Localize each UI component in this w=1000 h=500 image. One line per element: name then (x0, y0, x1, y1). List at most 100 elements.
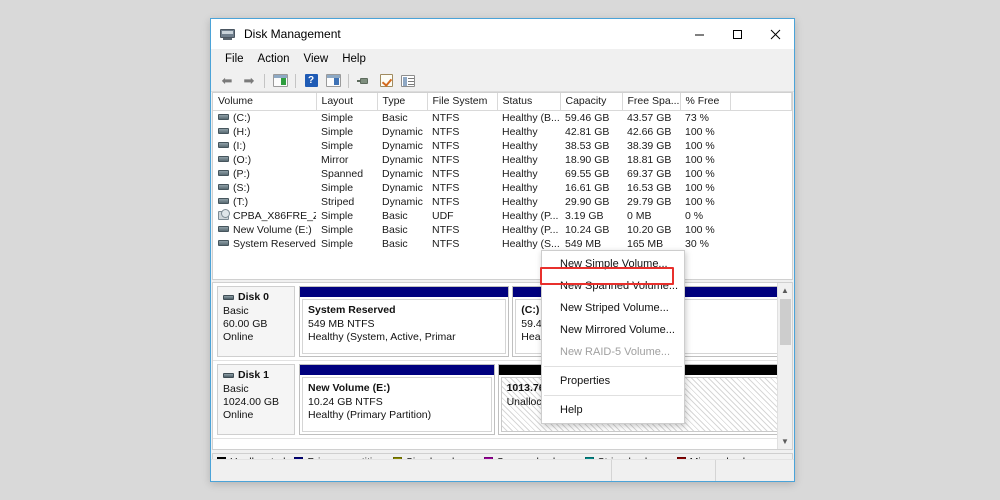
properties-icon[interactable] (376, 72, 396, 90)
help-icon[interactable]: ? (301, 72, 321, 90)
cell-percent-free-text: 100 % (685, 168, 715, 180)
column-header-file-system[interactable]: File System (427, 93, 498, 111)
cell-status: Healthy (P... (497, 223, 560, 237)
cell-percent-free-text: 100 % (685, 182, 715, 194)
context-menu-item[interactable]: New Spanned Volume... (542, 275, 684, 297)
cell-file-system: NTFS (427, 125, 497, 139)
back-arrow-icon[interactable]: ⬅ (217, 72, 237, 90)
cell-percent-free: 100 % (680, 125, 730, 139)
close-button[interactable] (756, 19, 794, 49)
column-header-free-space[interactable]: Free Spa... (622, 93, 681, 111)
list-view-icon[interactable] (398, 72, 418, 90)
column-header-layout[interactable]: Layout (316, 93, 378, 111)
menu-separator (544, 366, 682, 367)
context-menu-item[interactable]: New Striped Volume... (542, 297, 684, 319)
cell-layout-text: Simple (321, 210, 354, 222)
rescan-disks-icon[interactable] (354, 72, 374, 90)
context-menu-item[interactable]: Properties (542, 370, 684, 392)
cell-status-text: Healthy (S... (502, 238, 560, 250)
partition-block[interactable]: System Reserved 549 MB NTFS Healthy (Syste… (299, 286, 510, 357)
cell-type-text: Basic (382, 224, 408, 236)
table-row[interactable]: (C:) Simple Basic NTFS Healthy (B... 59.46 GB… (213, 111, 792, 126)
table-row[interactable]: (P:) Spanned Dynamic NTFS Healthy 69.55 GB 69.… (213, 167, 792, 181)
menu-help[interactable]: Help (335, 51, 373, 67)
cell-file-system-text: UDF (432, 210, 454, 222)
cell-capacity-text: 38.53 GB (565, 140, 610, 152)
cell-type-text: Dynamic (382, 140, 423, 152)
volume-list-pane[interactable]: Volume Layout Type File System Status Ca… (212, 92, 793, 280)
cell-layout-text: Simple (321, 112, 354, 124)
column-header-percent-free[interactable]: % Free (680, 93, 731, 111)
disk-row[interactable]: Disk 0 Basic 60.00 GB Online System Reserved… (213, 283, 792, 361)
graphical-view-pane[interactable]: Disk 0 Basic 60.00 GB Online System Reserved… (212, 282, 793, 450)
graphical-view-scrollbar[interactable]: ▲ ▼ (777, 283, 792, 449)
cell-status-text: Healthy (P... (502, 210, 559, 222)
cell-status: Healthy (497, 139, 560, 153)
cell-volume: System Reserved (213, 237, 316, 251)
partition-color-bar (300, 287, 509, 297)
forward-arrow-icon[interactable]: ➡ (239, 72, 259, 90)
table-row[interactable]: System Reserved Simple Basic NTFS Healthy (S… (213, 237, 792, 251)
context-menu[interactable]: New Simple Volume... New Spanned Volume..… (541, 250, 685, 424)
cell-percent-free-text: 100 % (685, 224, 715, 236)
menu-action[interactable]: Action (251, 51, 297, 67)
scrollbar-thumb[interactable] (779, 299, 791, 345)
show-hide-console-tree-icon[interactable] (270, 72, 290, 90)
cell-file-system-text: NTFS (432, 168, 460, 180)
column-header-status[interactable]: Status (497, 93, 561, 111)
cell-type: Dynamic (377, 153, 427, 167)
table-row[interactable]: (O:) Mirror Dynamic NTFS Healthy 18.90 GB 18.8… (213, 153, 792, 167)
cell-free-space-text: 0 MB (627, 210, 652, 222)
window-title: Disk Management (244, 27, 341, 41)
table-row[interactable]: (S:) Simple Dynamic NTFS Healthy 16.61 GB 16.5… (213, 181, 792, 195)
scroll-down-arrow-icon[interactable]: ▼ (778, 434, 793, 449)
disk-row[interactable]: Disk 1 Basic 1024.00 GB Online New Volume (E… (213, 361, 792, 439)
cell-status-text: Healthy (502, 126, 538, 138)
volume-icon (218, 128, 229, 135)
cell-volume-text: New Volume (E:) (233, 224, 312, 236)
column-header-capacity[interactable]: Capacity (560, 93, 623, 111)
menu-file[interactable]: File (218, 51, 251, 67)
cell-free-space: 165 MB (622, 237, 680, 251)
table-row[interactable]: (T:) Striped Dynamic NTFS Healthy 29.90 GB 29.… (213, 195, 792, 209)
menu-separator (544, 395, 682, 396)
minimize-button[interactable] (680, 19, 718, 49)
context-menu-item[interactable]: Help (542, 399, 684, 421)
cell-file-system: NTFS (427, 195, 497, 209)
disk-title: Disk 1 (223, 369, 289, 382)
column-header-spacer[interactable] (730, 93, 792, 111)
menubar: File Action View Help (211, 49, 794, 70)
show-hide-action-pane-icon[interactable] (323, 72, 343, 90)
cell-status-text: Healthy (502, 154, 538, 166)
cell-capacity: 18.90 GB (560, 153, 622, 167)
cell-status-text: Healthy (P... (502, 224, 559, 236)
column-header-volume[interactable]: Volume (213, 93, 317, 111)
table-row[interactable]: (I:) Simple Dynamic NTFS Healthy 38.53 GB 38.3… (213, 139, 792, 153)
disk-header[interactable]: Disk 0 Basic 60.00 GB Online (217, 286, 295, 357)
volume-icon (218, 156, 229, 163)
context-menu-item[interactable]: New Mirrored Volume... (542, 319, 684, 341)
cell-free-space-text: 43.57 GB (627, 112, 672, 124)
disk-title: Disk 0 (223, 291, 289, 304)
disk-header[interactable]: Disk 1 Basic 1024.00 GB Online (217, 364, 295, 435)
cell-free-space: 42.66 GB (622, 125, 680, 139)
cell-status: Healthy (497, 153, 560, 167)
maximize-button[interactable] (718, 19, 756, 49)
table-row[interactable]: (H:) Simple Dynamic NTFS Healthy 42.81 GB 42.6… (213, 125, 792, 139)
context-menu-item[interactable]: New Simple Volume... (542, 253, 684, 275)
volume-icon (218, 198, 229, 205)
disk-type: Basic (223, 305, 249, 317)
partition-block[interactable]: New Volume (E:) 10.24 GB NTFS Healthy (Pri… (299, 364, 495, 435)
cell-type-text: Dynamic (382, 182, 423, 194)
menu-view[interactable]: View (297, 51, 336, 67)
table-row[interactable]: CPBA_X86FRE_ZH... Simple Basic UDF Healthy (… (213, 209, 792, 223)
window-titlebar[interactable]: Disk Management (211, 19, 794, 49)
toolbar-separator-3 (348, 73, 349, 88)
cell-status-text: Healthy (502, 168, 538, 180)
column-header-type[interactable]: Type (377, 93, 428, 111)
scroll-up-arrow-icon[interactable]: ▲ (778, 283, 793, 298)
cell-percent-free-text: 30 % (685, 238, 709, 250)
cell-type-text: Dynamic (382, 196, 423, 208)
table-row[interactable]: New Volume (E:) Simple Basic NTFS Healthy (P… (213, 223, 792, 237)
cell-layout: Simple (316, 125, 377, 139)
